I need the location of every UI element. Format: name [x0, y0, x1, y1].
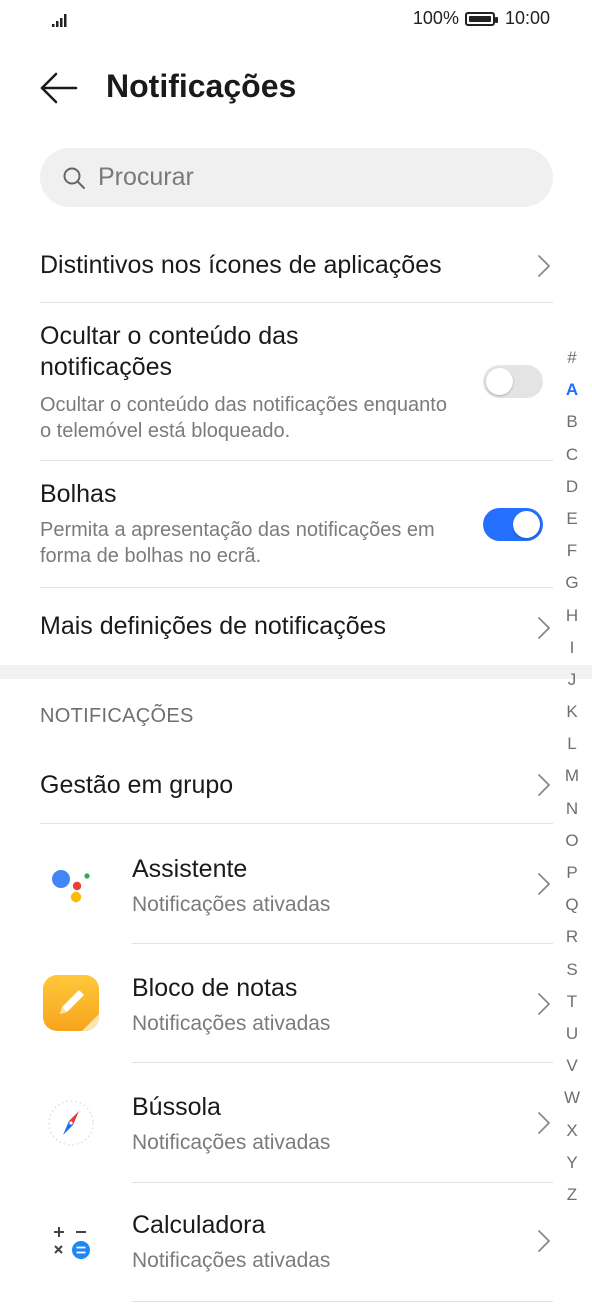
- index-letter[interactable]: Y: [558, 1147, 586, 1179]
- index-letter[interactable]: G: [558, 567, 586, 599]
- index-letter[interactable]: U: [558, 1018, 586, 1050]
- bubbles-label: Bolhas: [40, 480, 117, 508]
- bubbles-toggle[interactable]: [483, 508, 543, 541]
- index-letter[interactable]: #: [558, 342, 586, 374]
- status-bar-right: 100% 10:00: [413, 8, 550, 29]
- clock: 10:00: [504, 8, 550, 28]
- app-row-assistente[interactable]: Assistente Notificações ativadas: [40, 824, 553, 943]
- more-settings-label: Mais definições de notificações: [40, 612, 387, 640]
- index-letter[interactable]: V: [558, 1050, 586, 1082]
- signal-icon: [50, 10, 72, 28]
- page-title: Notificações: [106, 68, 297, 104]
- compass-icon: [48, 1100, 94, 1146]
- index-letter[interactable]: S: [558, 954, 586, 986]
- index-letter[interactable]: X: [558, 1115, 586, 1147]
- arrow-left-icon: [40, 72, 78, 104]
- index-letter[interactable]: H: [558, 600, 586, 632]
- battery-icon: [464, 11, 498, 26]
- index-letter[interactable]: K: [558, 696, 586, 728]
- app-name: Calculadora: [132, 1211, 266, 1239]
- chevron-right-icon: [538, 617, 550, 639]
- group-management-row[interactable]: Gestão em grupo: [40, 748, 553, 823]
- divider: [132, 1301, 553, 1302]
- chevron-right-icon: [538, 774, 550, 796]
- index-letter[interactable]: T: [558, 986, 586, 1018]
- app-name: Assistente: [132, 855, 248, 883]
- index-letter[interactable]: C: [558, 439, 586, 471]
- notepad-icon: [43, 975, 99, 1031]
- index-letter[interactable]: P: [558, 857, 586, 889]
- battery-percent: 100%: [412, 8, 459, 28]
- index-letter[interactable]: O: [558, 825, 586, 857]
- more-settings-row[interactable]: Mais definições de notificações: [40, 588, 553, 665]
- index-letter[interactable]: E: [558, 503, 586, 535]
- index-letter[interactable]: L: [558, 728, 586, 760]
- app-name: Bloco de notas: [132, 974, 298, 1002]
- chevron-right-icon: [538, 1112, 550, 1134]
- app-status: Notificações ativadas: [132, 1131, 331, 1154]
- search-bar[interactable]: [40, 148, 553, 207]
- app-row-bloco-de-notas[interactable]: Bloco de notas Notificações ativadas: [40, 944, 553, 1062]
- search-icon: [63, 167, 85, 189]
- bubbles-row: Bolhas Permita a apresentação das notifi…: [40, 461, 553, 587]
- chevron-right-icon: [538, 993, 550, 1015]
- back-button[interactable]: [36, 66, 80, 110]
- toggle-knob: [513, 511, 540, 538]
- index-letter[interactable]: Q: [558, 889, 586, 921]
- index-letter[interactable]: B: [558, 406, 586, 438]
- index-letter[interactable]: N: [558, 793, 586, 825]
- section-header: NOTIFICAÇÕES: [40, 705, 194, 727]
- index-letter[interactable]: D: [558, 471, 586, 503]
- index-letter[interactable]: I: [558, 632, 586, 664]
- search-input[interactable]: [98, 148, 518, 207]
- app-status: Notificações ativadas: [132, 1249, 331, 1272]
- alphabet-index[interactable]: # A B C D E F G H I J K L M N O P Q R S T U V W X Y Z: [558, 342, 586, 1211]
- calculator-icon: [54, 1227, 90, 1259]
- badges-row[interactable]: Distintivos nos ícones de aplicações: [40, 232, 553, 302]
- hide-content-toggle[interactable]: [483, 365, 543, 398]
- index-letter[interactable]: W: [558, 1082, 586, 1114]
- app-name: Bússola: [132, 1093, 221, 1121]
- chevron-right-icon: [538, 873, 550, 895]
- index-letter[interactable]: F: [558, 535, 586, 567]
- section-separator: [0, 665, 592, 679]
- app-row-bussola[interactable]: Bússola Notificações ativadas: [40, 1063, 553, 1182]
- hide-content-description: Ocultar o conteúdo das notificações enqu…: [40, 394, 447, 442]
- app-status: Notificações ativadas: [132, 893, 331, 916]
- chevron-right-icon: [538, 1230, 550, 1252]
- index-letter[interactable]: R: [558, 921, 586, 953]
- hide-content-label: Ocultar o conteúdo das notificações: [40, 322, 299, 381]
- app-row-calculadora[interactable]: Calculadora Notificações ativadas: [40, 1183, 553, 1301]
- badges-label: Distintivos nos ícones de aplicações: [40, 251, 442, 279]
- chevron-right-icon: [538, 255, 550, 277]
- hide-content-row: Ocultar o conteúdo das notificações Ocul…: [40, 303, 553, 460]
- index-letter[interactable]: Z: [558, 1179, 586, 1211]
- group-management-label: Gestão em grupo: [40, 771, 234, 799]
- assistant-icon: [52, 870, 90, 903]
- index-letter[interactable]: A: [558, 374, 586, 406]
- app-status: Notificações ativadas: [132, 1012, 331, 1035]
- bubbles-description: Permita a apresentação das notificações …: [40, 519, 435, 567]
- toggle-knob: [486, 368, 513, 395]
- index-letter[interactable]: J: [558, 664, 586, 696]
- index-letter[interactable]: M: [558, 760, 586, 792]
